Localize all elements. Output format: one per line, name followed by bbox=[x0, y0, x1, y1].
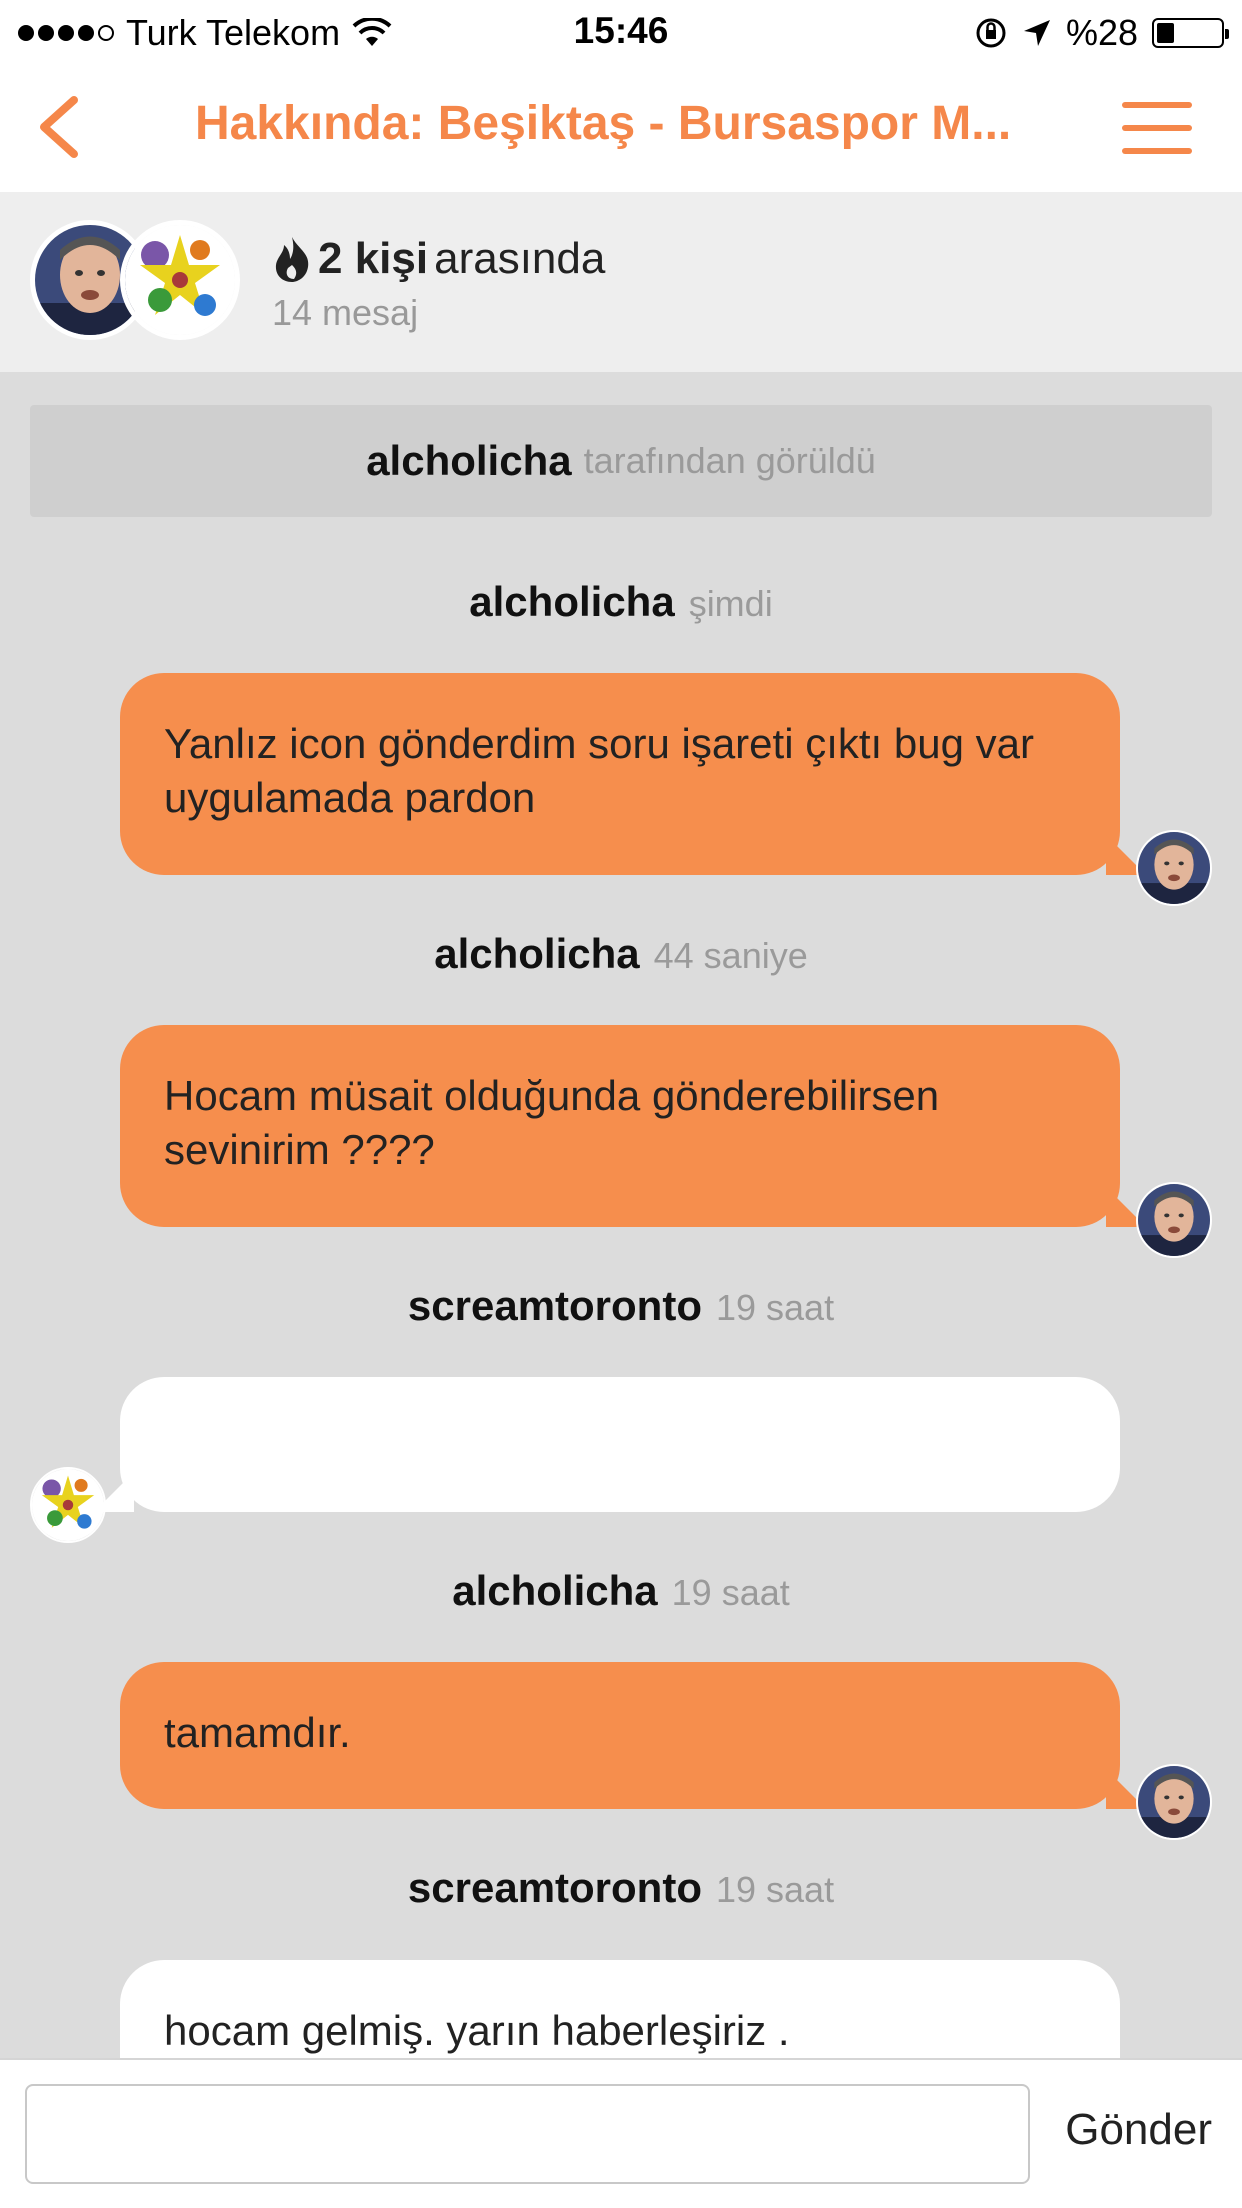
seen-indicator: alcholicha tarafından görüldü bbox=[30, 405, 1212, 517]
message-time: 44 saniye bbox=[653, 935, 808, 976]
seen-text: tarafından görüldü bbox=[583, 440, 876, 481]
page-title: Hakkında: Beşiktaş - Bursaspor M... bbox=[195, 97, 1012, 150]
message-username[interactable]: screamtoronto bbox=[408, 1282, 702, 1330]
message-time: şimdi bbox=[688, 583, 773, 624]
message-username[interactable]: alcholicha bbox=[434, 930, 639, 978]
battery-fill bbox=[1157, 23, 1174, 43]
message-bubble-sent[interactable]: Yanlız icon gönderdim soru işareti çıktı… bbox=[120, 673, 1146, 875]
colorful-logo-avatar bbox=[125, 225, 235, 335]
avatar[interactable] bbox=[1136, 830, 1212, 906]
status-right: %28 bbox=[974, 12, 1229, 54]
message-bubble-sent[interactable]: Hocam müsait olduğunda gönderebilirsen s… bbox=[120, 1025, 1146, 1227]
message-text: Hocam müsait olduğunda gönderebilirsen s… bbox=[164, 1072, 940, 1173]
message-header: alcholicha 44 saniye bbox=[0, 930, 1242, 978]
message-header: alcholicha 19 saat bbox=[0, 1567, 1242, 1615]
avatar bbox=[120, 220, 240, 340]
message-text: tamamdır. bbox=[164, 1709, 351, 1756]
send-button[interactable]: Gönder bbox=[1065, 2105, 1212, 2155]
colorful-logo-avatar bbox=[32, 1469, 104, 1541]
flame-icon bbox=[275, 237, 309, 282]
participants-summary: 2 kişi arasında bbox=[272, 234, 605, 284]
location-arrow-icon bbox=[1023, 20, 1050, 46]
participants-header[interactable]: 2 kişi arasında 14 mesaj bbox=[0, 192, 1242, 372]
nav-bar: Hakkında: Beşiktaş - Bursaspor M... bbox=[0, 62, 1242, 192]
user-face-avatar bbox=[1138, 1766, 1210, 1838]
message-text: Yanlız icon gönderdim soru işareti çıktı… bbox=[164, 720, 1034, 821]
back-chevron-icon[interactable] bbox=[30, 92, 90, 162]
message-header: screamtoronto 19 saat bbox=[0, 1282, 1242, 1330]
participant-between-label: arasında bbox=[434, 234, 606, 283]
message-username[interactable]: alcholicha bbox=[452, 1567, 657, 1615]
hamburger-menu-icon[interactable] bbox=[1122, 102, 1192, 154]
avatar[interactable] bbox=[1136, 1764, 1212, 1840]
avatar[interactable] bbox=[30, 1467, 106, 1543]
rotation-lock-icon bbox=[976, 18, 1006, 48]
user-face-avatar bbox=[1138, 1184, 1210, 1256]
message-bubble-received[interactable] bbox=[94, 1377, 1120, 1512]
seen-username: alcholicha bbox=[366, 437, 572, 484]
message-text: hocam gelmiş. yarın haberleşiriz . bbox=[164, 2007, 790, 2054]
battery-percent: %28 bbox=[1065, 12, 1138, 53]
user-face-avatar bbox=[1138, 832, 1210, 904]
message-input[interactable] bbox=[25, 2084, 1030, 2184]
message-username[interactable]: screamtoronto bbox=[408, 1864, 702, 1912]
message-time: 19 saat bbox=[671, 1572, 790, 1613]
message-bubble-sent[interactable]: tamamdır. bbox=[120, 1662, 1146, 1809]
avatar[interactable] bbox=[1136, 1182, 1212, 1258]
message-composer: Gönder bbox=[0, 2058, 1242, 2208]
message-time: 19 saat bbox=[715, 1287, 835, 1328]
message-time: 19 saat bbox=[715, 1869, 835, 1910]
message-username[interactable]: alcholicha bbox=[469, 578, 674, 626]
battery-icon bbox=[1152, 18, 1229, 48]
message-header: alcholicha şimdi bbox=[0, 578, 1242, 626]
message-count: 14 mesaj bbox=[272, 292, 419, 333]
message-header: screamtoronto 19 saat bbox=[0, 1864, 1242, 1912]
status-bar: Turk Telekom 15:46 %28 bbox=[0, 0, 1242, 62]
participant-count: 2 kişi bbox=[318, 234, 429, 283]
